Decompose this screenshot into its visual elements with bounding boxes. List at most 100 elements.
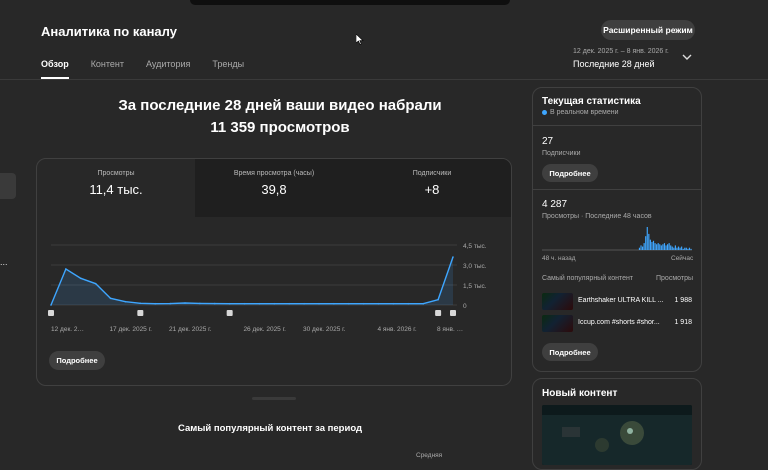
x-tick-label: 21 дек. 2025 г. (169, 326, 212, 333)
new-content-thumbnail[interactable] (542, 405, 692, 465)
top-search-bar-edge (190, 0, 510, 5)
metric-label: Просмотры (97, 170, 135, 177)
data-point (303, 302, 305, 305)
tabs-divider (0, 79, 768, 80)
realtime-bar (671, 246, 673, 250)
video-upload-marker-icon[interactable] (435, 310, 442, 316)
video-views: 1 918 (674, 319, 692, 326)
headline-line2: 11 359 просмотров (210, 119, 350, 136)
video-upload-marker-icon[interactable] (48, 310, 54, 316)
realtime-bar (667, 244, 669, 250)
realtime-more-button-1[interactable]: Подробнее (542, 164, 598, 182)
video-upload-marker-icon[interactable] (226, 310, 233, 316)
divider (533, 125, 701, 126)
popular-content-title: Самый популярный контент за период (177, 423, 363, 434)
data-point (422, 302, 425, 305)
metric-value: 39,8 (261, 182, 287, 197)
overview-card: Просмотры 11,4 тыс. Время просмотра (час… (36, 158, 512, 386)
data-point (407, 302, 410, 305)
realtime-bar (670, 245, 672, 250)
live-label: В реальном времени (550, 109, 619, 116)
realtime-bar (657, 243, 659, 250)
views-chart[interactable]: 4,5 тыс. 3,0 тыс. 1,5 тыс. 0 12 дек. 2… 17 де… (37, 233, 511, 343)
realtime-bar (679, 247, 681, 250)
realtime-bar (649, 239, 651, 250)
data-point (184, 302, 186, 304)
video-thumbnail (542, 293, 573, 310)
top-content-row[interactable]: Iccup.com #shorts #shor... 1 918 (542, 315, 692, 333)
metric-views[interactable]: Просмотры 11,4 тыс. (37, 159, 195, 217)
realtime-bar (685, 247, 687, 250)
data-point (199, 302, 201, 305)
data-point (228, 302, 231, 305)
tab-bar: Обзор Контент Аудитория Тренды (41, 59, 244, 79)
metric-subscribers[interactable]: Подписчики +8 (353, 159, 511, 217)
data-point (213, 302, 216, 305)
mouse-cursor-icon (356, 34, 364, 45)
more-button[interactable]: Подробнее (49, 351, 105, 370)
date-range-label: 12 дек. 2025 г. – 8 янв. 2026 г. (573, 48, 669, 55)
tab-overview[interactable]: Обзор (41, 59, 69, 79)
x-tick-label: 17 дек. 2025 г. (109, 326, 152, 333)
realtime-more-button-2[interactable]: Подробнее (542, 343, 598, 361)
y-tick-label: 1,5 тыс. (463, 283, 487, 290)
chevron-down-icon[interactable] (682, 53, 692, 61)
realtime-bar (682, 248, 684, 250)
divider (533, 189, 701, 190)
video-title: Earthshaker ULTRA KILL ... (578, 297, 664, 304)
metric-value: +8 (424, 182, 440, 197)
realtime-bar (681, 246, 683, 250)
data-point (79, 277, 82, 280)
data-point (437, 298, 439, 301)
data-point (243, 302, 246, 305)
scroll-indicator (252, 397, 296, 400)
realtime-bar-chart[interactable] (542, 226, 692, 251)
tab-audience[interactable]: Аудитория (146, 59, 190, 79)
live-dot-icon (542, 109, 547, 115)
realtime-bar (646, 227, 648, 250)
y-tick-label: 3,0 тыс. (463, 263, 487, 270)
subscribers-value: 27 (542, 136, 554, 147)
period-selector[interactable]: Последние 28 дней (573, 59, 655, 69)
y-tick-label: 4,5 тыс. (463, 243, 487, 250)
realtime-bar (638, 247, 641, 250)
video-views: 1 988 (674, 297, 692, 304)
advanced-mode-button[interactable]: Расширенный режим (601, 20, 695, 40)
realtime-bar (651, 241, 653, 250)
realtime-bar (668, 243, 670, 250)
sidebar-active-item-edge[interactable] (0, 173, 16, 199)
metric-value: 11,4 тыс. (89, 182, 143, 197)
top-content-row[interactable]: Earthshaker ULTRA KILL ... 1 988 (542, 293, 692, 311)
realtime-bar (662, 244, 664, 250)
realtime-bar (690, 248, 692, 250)
realtime-bar (640, 245, 642, 250)
data-point (333, 302, 335, 305)
data-point (273, 302, 276, 305)
realtime-bar (652, 240, 655, 250)
realtime-bar (674, 245, 676, 250)
realtime-views-label: Просмотры · Последние 48 часов (542, 213, 652, 220)
data-point (452, 256, 454, 258)
video-upload-marker-icon[interactable] (450, 310, 456, 316)
data-point (154, 302, 157, 305)
metric-watch-time[interactable]: Время просмотра (часы) 39,8 (195, 159, 353, 217)
realtime-bar (660, 245, 662, 250)
data-point (258, 302, 261, 305)
data-point (169, 302, 171, 305)
subscribers-label: Подписчики (542, 150, 581, 157)
tab-trends[interactable]: Тренды (212, 59, 244, 79)
page-title: Аналитика по каналу (41, 24, 177, 39)
tab-content[interactable]: Контент (91, 59, 124, 79)
video-upload-marker-icon[interactable] (137, 310, 144, 316)
game-scene-image (542, 405, 692, 465)
data-point (392, 302, 395, 305)
realtime-title: Текущая статистика (542, 96, 641, 107)
top-content-label: Самый популярный контент (542, 275, 634, 282)
realtime-bar (643, 243, 645, 250)
video-thumbnail (542, 315, 573, 332)
data-point (139, 302, 142, 305)
realtime-bar (684, 247, 686, 250)
metric-label: Подписчики (412, 170, 452, 177)
data-point (65, 268, 67, 270)
data-point (109, 297, 112, 300)
